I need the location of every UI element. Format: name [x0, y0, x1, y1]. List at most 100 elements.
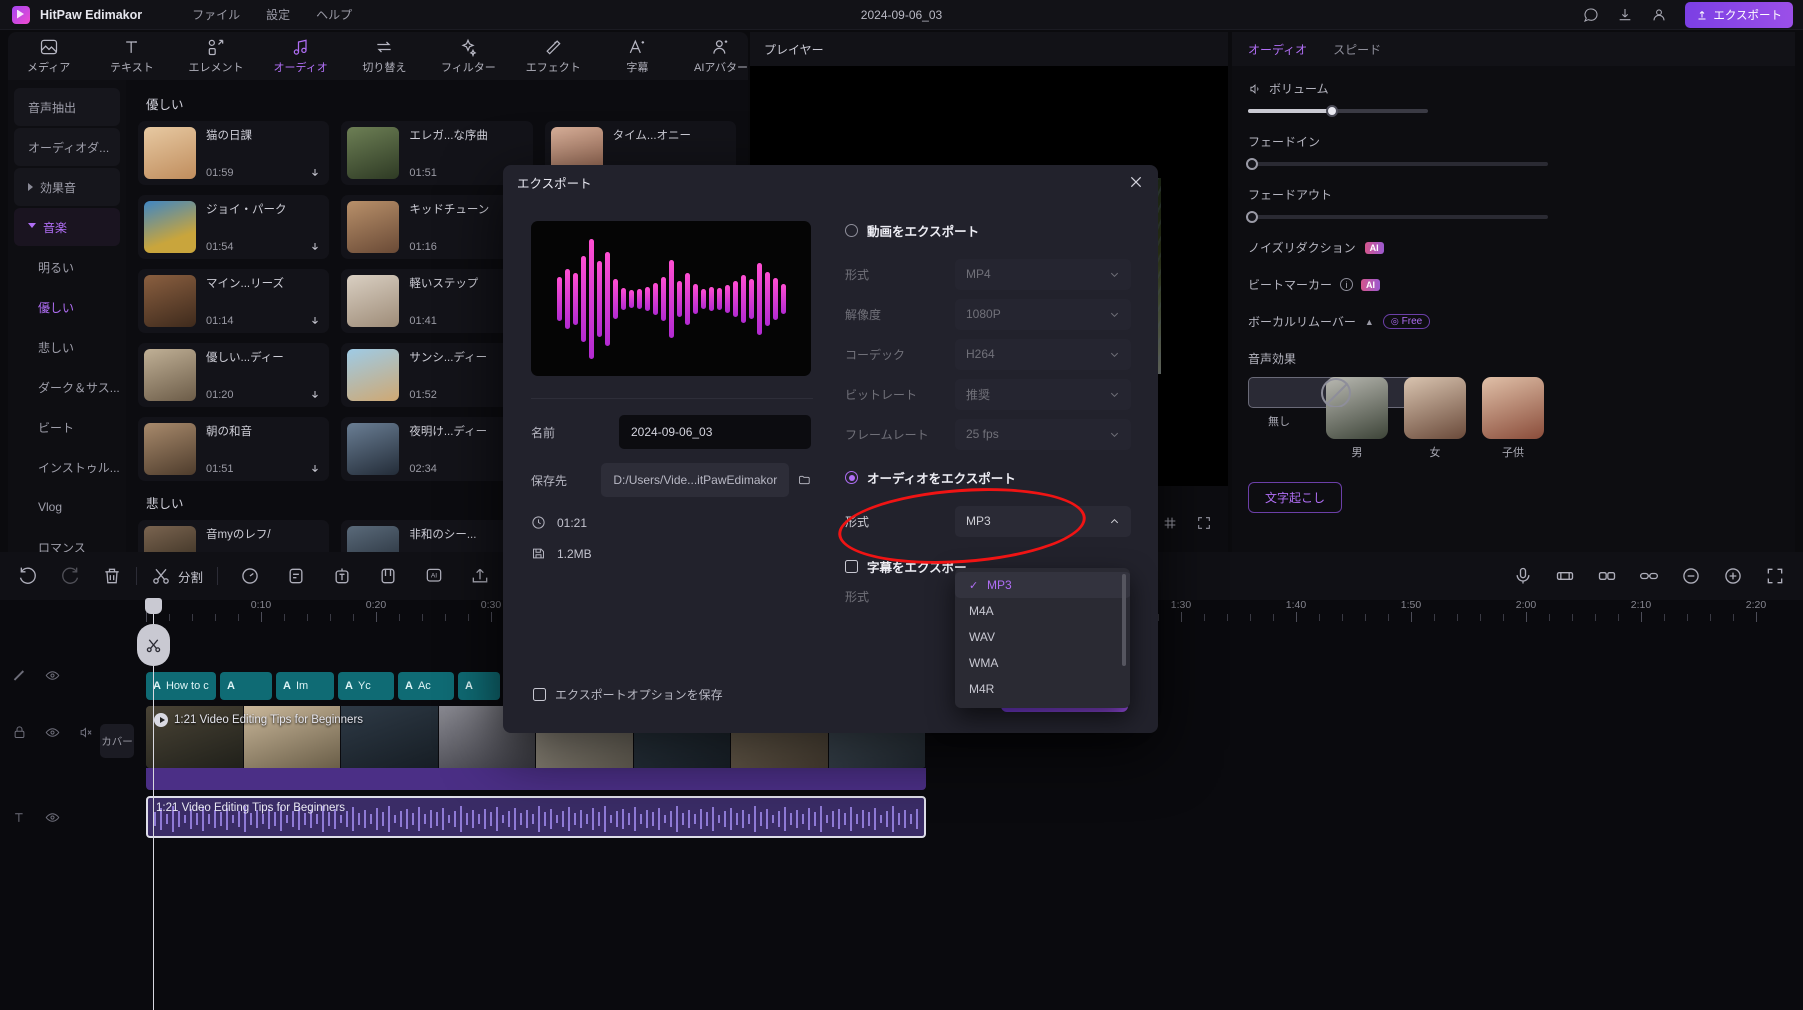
menu-settings[interactable]: 設定	[266, 6, 290, 23]
voice-option-none[interactable]: 無し	[1248, 377, 1424, 460]
text-clip[interactable]: A Ac	[398, 672, 454, 700]
mic-icon[interactable]	[1513, 566, 1533, 586]
text-clip[interactable]: A How to c	[146, 672, 216, 700]
tab-ai-avatar[interactable]: AIアバター	[694, 37, 748, 75]
download-icon[interactable]	[309, 315, 321, 327]
player-tab[interactable]: プレイヤー	[750, 32, 1228, 66]
tab-subtitle[interactable]: 字幕	[611, 37, 664, 75]
video-framerate-select[interactable]: 25 fps	[955, 418, 1131, 450]
video-bitrate-select[interactable]: 推奨	[955, 378, 1131, 410]
speed-icon[interactable]	[240, 566, 260, 586]
music-card[interactable]: ジョイ・パーク 01:54	[138, 195, 330, 259]
music-card[interactable]: 優しい...ディー 01:20	[138, 343, 330, 407]
playhead-split-button[interactable]	[137, 624, 170, 666]
download-icon[interactable]	[309, 463, 321, 475]
sidebar-item-vlog[interactable]: Vlog	[14, 488, 120, 526]
menu-file[interactable]: ファイル	[192, 6, 240, 23]
tab-element[interactable]: エレメント	[189, 37, 244, 75]
mask-icon[interactable]	[286, 566, 306, 586]
audio-format-select[interactable]: MP3	[955, 505, 1131, 537]
audio-track-clip[interactable]: 1:21 Video Editing Tips for Beginners	[146, 796, 926, 838]
tab-text[interactable]: テキスト	[105, 37, 158, 75]
music-card[interactable]: 朝の和音 01:51	[138, 417, 330, 481]
menu-help[interactable]: ヘルプ	[316, 6, 352, 23]
text-add-icon[interactable]	[332, 566, 352, 586]
download-icon[interactable]	[309, 389, 321, 401]
export-button[interactable]: エクスポート	[1685, 2, 1793, 28]
cover-chip[interactable]: カバー	[100, 724, 134, 758]
noise-reduction-row[interactable]: ノイズリダクション AI	[1248, 239, 1779, 256]
tab-audio[interactable]: オーディオ	[274, 37, 328, 75]
video-format-row[interactable]: 形式 MP4	[845, 254, 1131, 294]
sidebar-item-dark-suspense[interactable]: ダーク＆サス...	[14, 368, 120, 406]
info-icon[interactable]: i	[1340, 278, 1354, 291]
undo-icon[interactable]	[18, 566, 38, 586]
dropdown-option-mp3[interactable]: ✓ MP3	[955, 572, 1130, 598]
text-clip[interactable]: A	[220, 672, 272, 700]
feedback-icon[interactable]	[1583, 7, 1599, 23]
video-codec-select[interactable]: H264	[955, 338, 1131, 370]
vocal-remover-row[interactable]: ボーカルリムーバー ▲ ◎ Free	[1248, 313, 1779, 330]
sidebar-item-extract-audio[interactable]: 音声抽出	[14, 88, 120, 126]
freeze-icon[interactable]	[1597, 566, 1617, 586]
eye-icon[interactable]	[45, 810, 60, 825]
crop-icon[interactable]	[378, 566, 398, 586]
sidebar-item-sound-effects[interactable]: 効果音	[14, 168, 120, 206]
music-card[interactable]: 猫の日課 01:59	[138, 121, 330, 185]
ai-icon[interactable]: AI	[424, 566, 444, 586]
sidebar-item-instrumental[interactable]: インストゥル...	[14, 448, 120, 486]
sidebar-item-gentle[interactable]: 優しい	[14, 288, 120, 326]
keyframe-icon[interactable]	[1555, 566, 1575, 586]
download-icon[interactable]	[309, 241, 321, 253]
video-resolution-row[interactable]: 解像度 1080P	[845, 294, 1131, 334]
voice-option-child[interactable]: 子供	[1482, 377, 1544, 460]
folder-icon[interactable]	[798, 472, 811, 488]
audio-track-icon[interactable]	[12, 810, 27, 825]
volume-slider[interactable]	[1248, 105, 1428, 117]
export-name-input[interactable]: 2024-09-06_03	[619, 415, 811, 449]
fullscreen-icon[interactable]	[1196, 515, 1212, 531]
dropdown-option-m4a[interactable]: M4A	[955, 598, 1130, 624]
fit-icon[interactable]	[1765, 566, 1785, 586]
export-frame-icon[interactable]	[470, 566, 490, 586]
tab-transition[interactable]: 切り替え	[358, 37, 411, 75]
audio-radio-button[interactable]	[845, 471, 858, 484]
video-radio-button[interactable]	[845, 224, 858, 237]
video-framerate-row[interactable]: フレームレート 25 fps	[845, 414, 1131, 454]
playhead-handle[interactable]	[145, 598, 162, 614]
tab-media[interactable]: メディア	[22, 37, 75, 75]
save-options-row[interactable]: エクスポートオプションを保存	[533, 686, 723, 703]
delete-icon[interactable]	[102, 566, 122, 586]
lock-icon[interactable]	[12, 725, 27, 740]
volume-slider-knob[interactable]	[1326, 105, 1338, 117]
export-audio-radio-row[interactable]: オーディオをエクスポート	[845, 468, 1131, 487]
fade-out-slider[interactable]	[1246, 211, 1548, 223]
subtitle-checkbox[interactable]	[845, 560, 858, 573]
dropdown-option-wma[interactable]: WMA	[955, 650, 1130, 676]
sidebar-item-bright[interactable]: 明るい	[14, 248, 120, 286]
close-icon[interactable]	[1128, 174, 1144, 190]
fade-out-slider-knob[interactable]	[1246, 211, 1258, 223]
download-icon[interactable]	[309, 167, 321, 179]
music-card[interactable]: マイン...リーズ 01:14	[138, 269, 330, 333]
dropdown-option-wav[interactable]: WAV	[955, 624, 1130, 650]
chevron-up-icon[interactable]: ▲	[1365, 317, 1374, 327]
text-clip[interactable]: A	[458, 672, 500, 700]
tab-effect[interactable]: エフェクト	[526, 37, 581, 75]
eye-icon[interactable]	[45, 725, 60, 740]
fade-in-slider-knob[interactable]	[1246, 158, 1258, 170]
video-track-band[interactable]	[146, 768, 926, 790]
fade-in-slider[interactable]	[1246, 158, 1548, 170]
tab-speed-settings[interactable]: スピード	[1333, 41, 1381, 58]
dropdown-scrollbar[interactable]	[1122, 574, 1126, 666]
export-path-input[interactable]: D:/Users/Vide...itPawEdimakor	[601, 463, 790, 497]
tab-filter[interactable]: フィルター	[441, 37, 496, 75]
mute-icon[interactable]	[78, 725, 93, 740]
text-clip[interactable]: A Im	[276, 672, 334, 700]
magic-icon[interactable]	[12, 668, 27, 683]
voice-option-female[interactable]: 女	[1404, 377, 1466, 460]
transcribe-button[interactable]: 文字起こし	[1248, 482, 1343, 513]
sidebar-item-sad[interactable]: 悲しい	[14, 328, 120, 366]
dropdown-option-m4r[interactable]: M4R	[955, 676, 1130, 702]
video-bitrate-row[interactable]: ビットレート 推奨	[845, 374, 1131, 414]
